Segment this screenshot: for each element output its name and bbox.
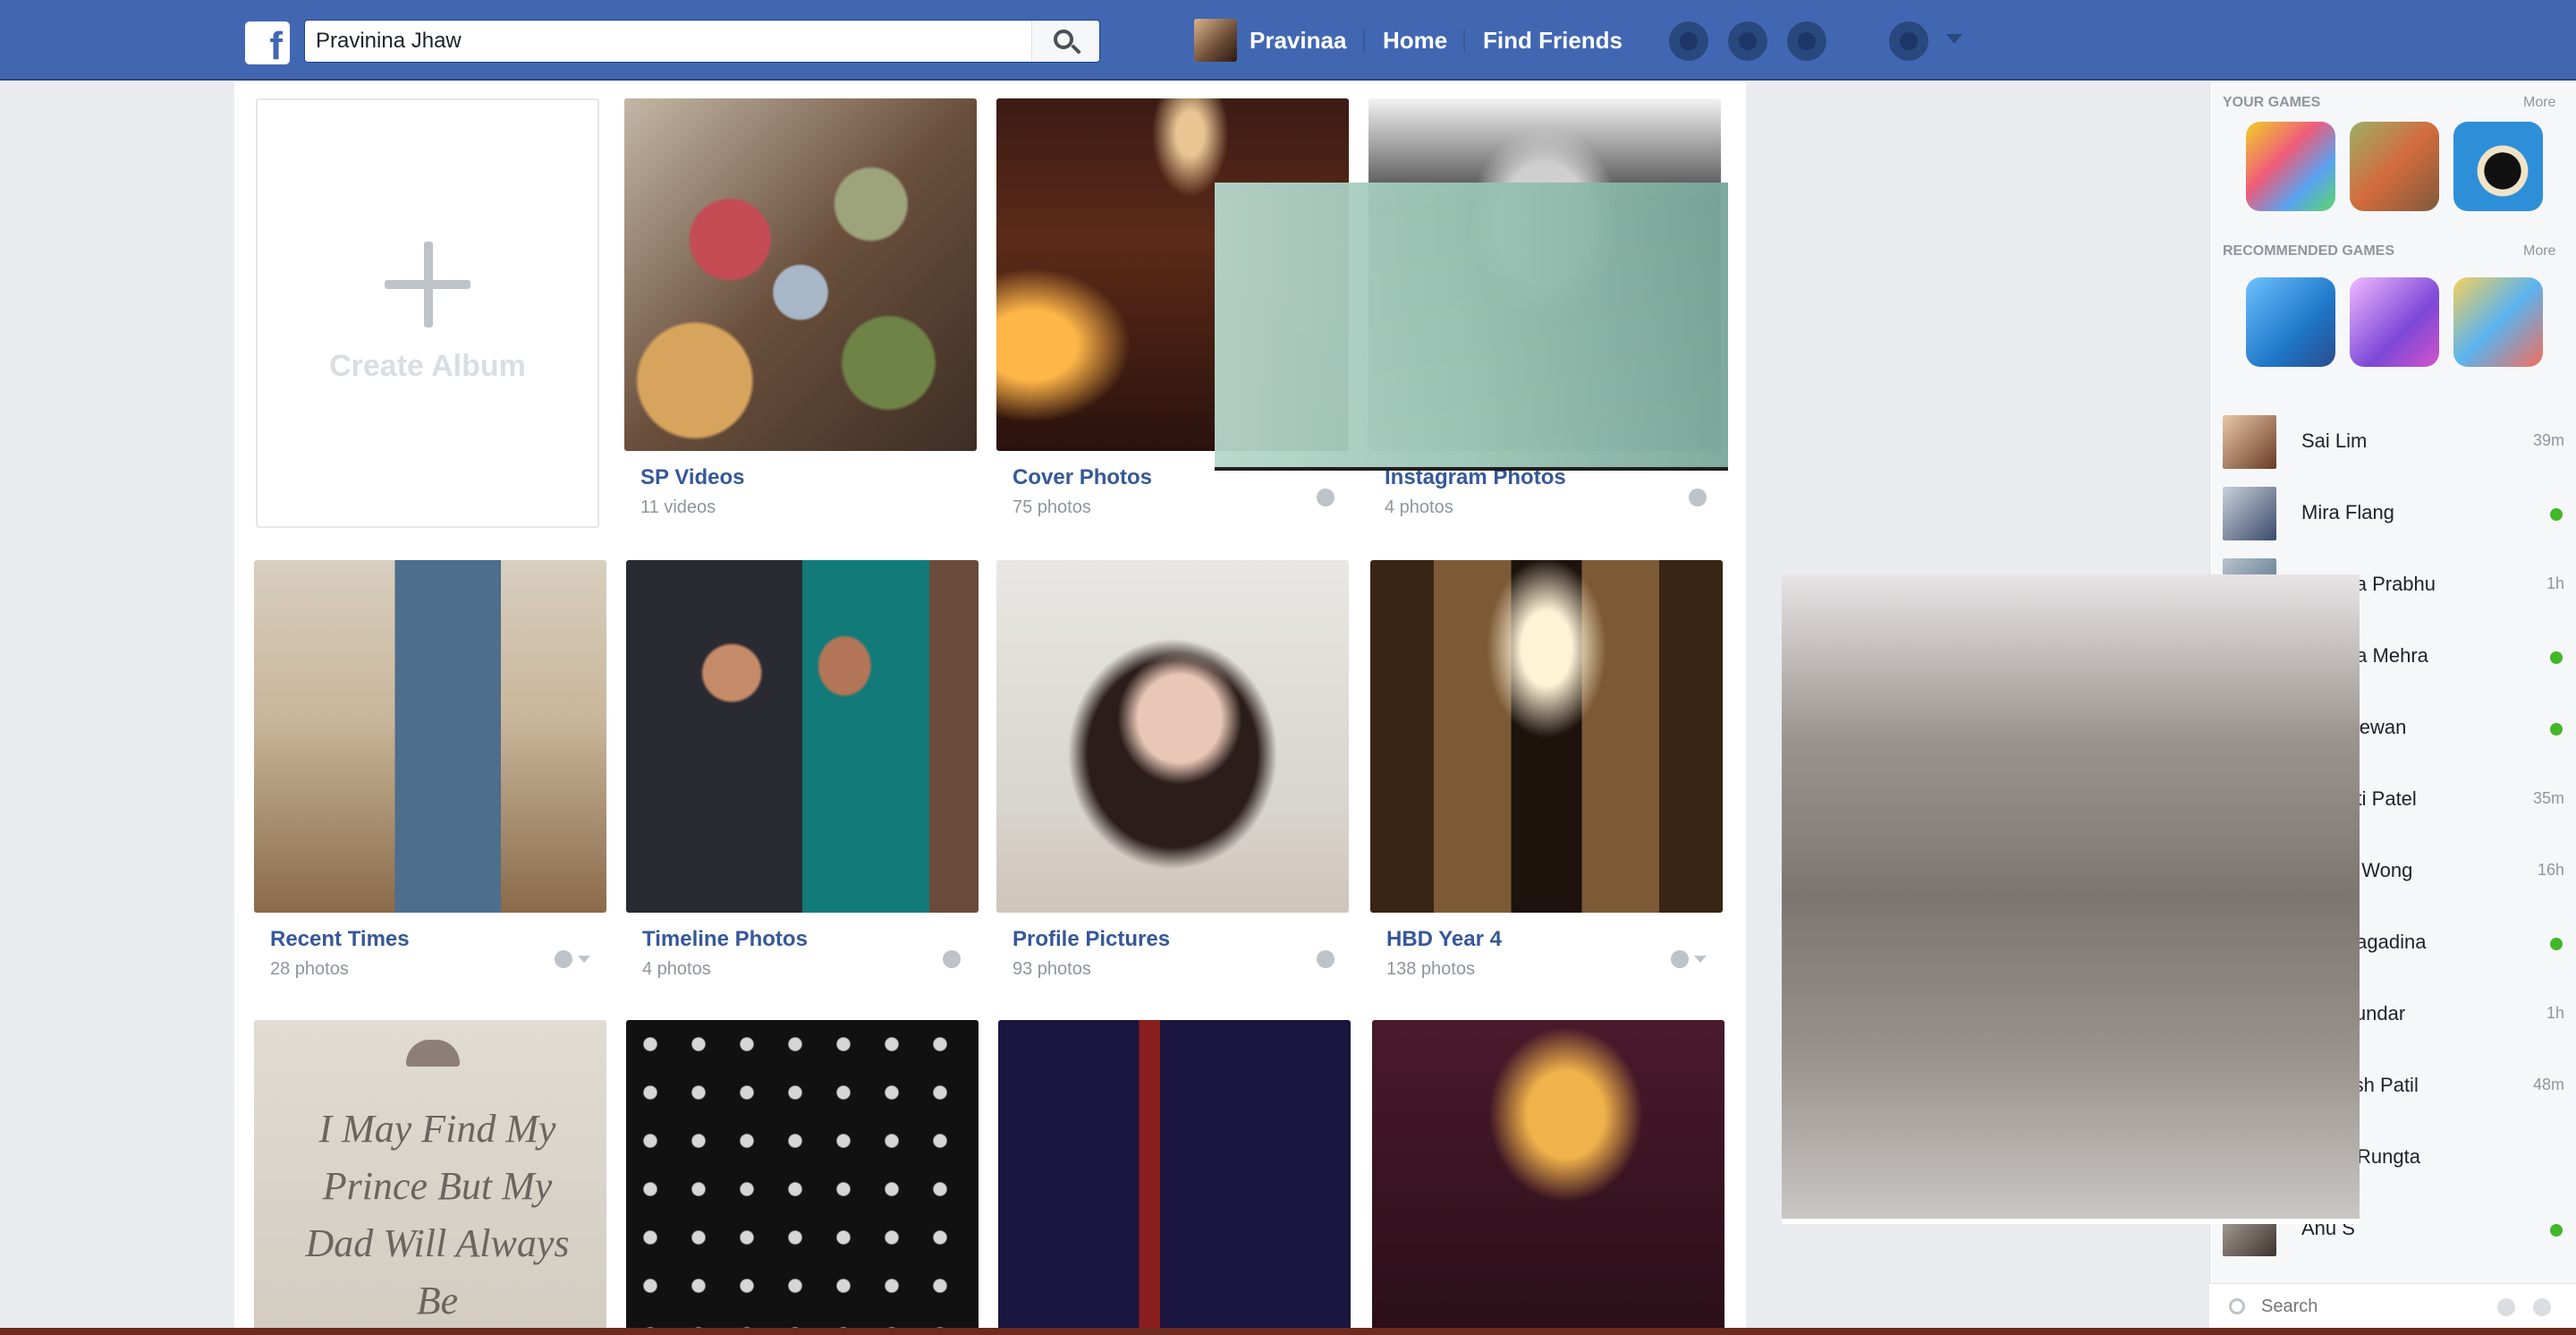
album-name[interactable]: Timeline Photos bbox=[642, 927, 808, 952]
blurred-overlay-region bbox=[1782, 574, 2360, 1224]
album-name[interactable]: SP Videos bbox=[640, 465, 745, 490]
game-icon[interactable] bbox=[2246, 122, 2335, 211]
search-input[interactable] bbox=[305, 21, 1012, 62]
album-count: 28 photos bbox=[270, 959, 349, 979]
album-cover-image[interactable] bbox=[626, 560, 979, 913]
game-icon[interactable] bbox=[2350, 277, 2439, 367]
game-icon[interactable] bbox=[2453, 122, 2543, 211]
album-count: 11 videos bbox=[640, 497, 716, 517]
search-button[interactable] bbox=[1031, 21, 1099, 62]
top-navigation-bar: f Pravinaa Home Find Friends bbox=[0, 0, 2576, 81]
online-status-icon bbox=[2550, 651, 2563, 664]
home-link[interactable]: Home bbox=[1383, 18, 1447, 63]
account-menu-caret-icon[interactable] bbox=[1946, 34, 1962, 44]
game-icon[interactable] bbox=[2453, 277, 2543, 367]
search-box bbox=[304, 20, 1100, 63]
profile-link[interactable]: Pravinaa bbox=[1194, 18, 1346, 63]
nav-divider bbox=[1463, 29, 1465, 52]
privacy-shortcuts-icon[interactable] bbox=[1889, 21, 1928, 61]
album-cover-image[interactable] bbox=[626, 1020, 979, 1335]
privacy-icon[interactable] bbox=[943, 950, 961, 968]
recommended-games-more-link[interactable]: More bbox=[2523, 243, 2555, 259]
album-count: 93 photos bbox=[1013, 959, 1091, 979]
album-cover-image[interactable] bbox=[1370, 560, 1723, 913]
nav-divider bbox=[1363, 29, 1365, 52]
search-icon bbox=[1054, 30, 1073, 49]
album-cover-image[interactable] bbox=[254, 560, 606, 913]
find-friends-link[interactable]: Find Friends bbox=[1483, 18, 1623, 63]
album-cover-image[interactable] bbox=[996, 560, 1349, 913]
album-tile[interactable] bbox=[626, 1020, 979, 1335]
blurred-overlay-region bbox=[1215, 183, 1728, 471]
last-active-time: 1h bbox=[2546, 1004, 2564, 1022]
album-cover-image[interactable]: I May Find My Prince But My Dad Will Alw… bbox=[254, 1020, 606, 1335]
privacy-icon[interactable] bbox=[1317, 950, 1335, 968]
album-name[interactable]: Cover Photos bbox=[1013, 465, 1152, 490]
album-name[interactable]: Recent Times bbox=[270, 927, 410, 952]
privacy-icon[interactable] bbox=[1689, 489, 1707, 506]
chat-contact-row[interactable]: Mira Flang bbox=[2210, 478, 2576, 549]
facebook-logo-icon[interactable]: f bbox=[245, 21, 290, 64]
chat-contact-row[interactable]: Sai Lim 39m bbox=[2210, 406, 2576, 478]
album-tile[interactable]: SP Videos 11 videos bbox=[624, 98, 977, 528]
online-status-icon bbox=[2550, 723, 2563, 736]
messages-icon[interactable] bbox=[1728, 21, 1767, 61]
create-album-label: Create Album bbox=[329, 349, 526, 383]
album-cover-image[interactable] bbox=[998, 1020, 1351, 1335]
bottom-edge-strip bbox=[0, 1328, 2576, 1335]
privacy-icon[interactable] bbox=[1317, 489, 1335, 506]
privacy-icon[interactable] bbox=[1671, 950, 1689, 968]
search-icon bbox=[2229, 1298, 2245, 1314]
your-games-header: YOUR GAMES bbox=[2223, 95, 2321, 110]
last-active-time: 35m bbox=[2532, 789, 2564, 807]
online-status-icon bbox=[2550, 508, 2563, 521]
contact-name: Sai Lim bbox=[2301, 429, 2368, 452]
last-active-time: 39m bbox=[2532, 431, 2564, 449]
online-status-icon bbox=[2550, 938, 2563, 950]
last-active-time: 16h bbox=[2537, 861, 2564, 879]
album-tile[interactable]: Timeline Photos 4 photos bbox=[626, 560, 979, 990]
album-tile[interactable]: HBD Year 4 138 photos bbox=[1370, 560, 1723, 990]
last-active-time: 1h bbox=[2546, 574, 2564, 592]
album-options-caret-icon[interactable] bbox=[578, 956, 590, 963]
album-tile[interactable]: Profile Pictures 93 photos bbox=[996, 560, 1349, 990]
album-count: 4 photos bbox=[642, 959, 711, 979]
chat-search-bar bbox=[2209, 1283, 2576, 1328]
game-icon[interactable] bbox=[2350, 122, 2439, 211]
new-message-icon[interactable] bbox=[2497, 1298, 2515, 1316]
album-tile[interactable]: Recent Times 28 photos bbox=[254, 560, 606, 990]
privacy-icon[interactable] bbox=[555, 950, 572, 968]
friend-requests-icon[interactable] bbox=[1669, 21, 1708, 61]
profile-name: Pravinaa bbox=[1250, 26, 1347, 54]
album-tile[interactable]: I May Find My Prince But My Dad Will Alw… bbox=[254, 1020, 606, 1335]
quote-text: I May Find My Prince But My Dad Will Alw… bbox=[305, 1107, 570, 1322]
plus-icon bbox=[385, 242, 470, 327]
album-tile[interactable] bbox=[1372, 1020, 1724, 1335]
recommended-games-header: RECOMMENDED GAMES bbox=[2223, 243, 2395, 259]
album-name[interactable]: Profile Pictures bbox=[1013, 927, 1170, 952]
crown-icon bbox=[406, 1040, 460, 1067]
contact-name: Mira Flang bbox=[2301, 501, 2394, 523]
last-active-time: 48m bbox=[2532, 1076, 2564, 1093]
album-count: 75 photos bbox=[1013, 497, 1091, 517]
notifications-icon[interactable] bbox=[1787, 21, 1826, 61]
game-icon[interactable] bbox=[2246, 277, 2335, 367]
profile-avatar bbox=[1194, 19, 1237, 62]
album-cover-image[interactable] bbox=[1372, 1020, 1724, 1335]
album-tile[interactable] bbox=[998, 1020, 1351, 1335]
create-album-tile[interactable]: Create Album bbox=[256, 98, 599, 528]
album-cover-image[interactable] bbox=[624, 98, 977, 451]
album-name[interactable]: HBD Year 4 bbox=[1386, 927, 1502, 952]
avatar bbox=[2223, 487, 2276, 540]
online-status-icon bbox=[2550, 1224, 2563, 1237]
album-count: 138 photos bbox=[1386, 959, 1475, 979]
your-games-more-link[interactable]: More bbox=[2523, 95, 2555, 111]
album-options-caret-icon[interactable] bbox=[1694, 956, 1707, 963]
album-count: 4 photos bbox=[1385, 497, 1453, 517]
chat-search-input[interactable] bbox=[2259, 1291, 2492, 1322]
gear-icon[interactable] bbox=[2533, 1298, 2551, 1316]
avatar bbox=[2223, 415, 2276, 469]
